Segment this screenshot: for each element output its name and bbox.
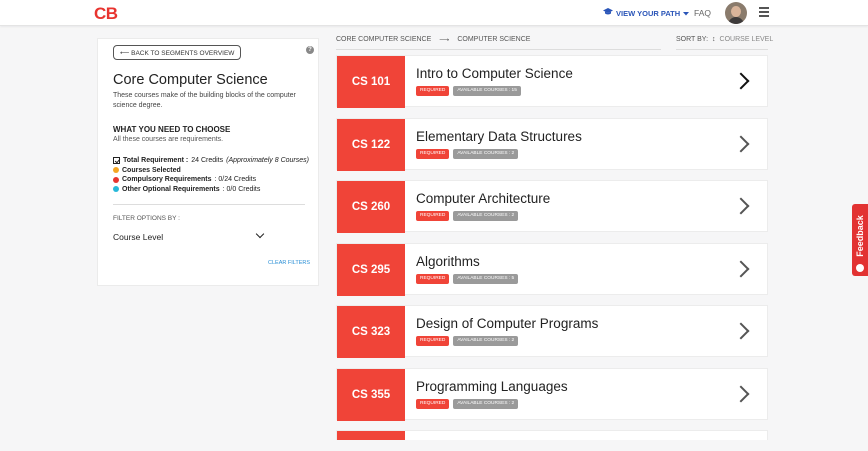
course-card[interactable]: CS 355 Programming Languages REQUIRED AV… xyxy=(336,367,768,421)
courses-selected-row: Courses Selected xyxy=(113,166,309,176)
segment-title: Core Computer Science xyxy=(113,72,268,88)
optional-requirements-label: Other Optional Requirements xyxy=(122,185,220,193)
available-courses-badge: AVAILABLE COURSES : 2 xyxy=(453,336,519,346)
course-card[interactable]: CS 122 Elementary Data Structures REQUIR… xyxy=(336,117,768,171)
feedback-tab[interactable]: Feedback xyxy=(852,204,868,276)
hamburger-menu-icon[interactable] xyxy=(759,7,769,17)
requirements-list: Total Requirement : 24 Credits (Approxim… xyxy=(113,156,309,194)
sort-label: SORT BY: xyxy=(676,36,709,43)
sort-control: SORT BY: ↕ COURSE LEVEL xyxy=(676,36,773,50)
course-name: Elementary Data Structures xyxy=(416,128,582,144)
available-courses-badge: AVAILABLE COURSES : 2 xyxy=(453,398,519,409)
back-to-segments-button[interactable]: ⟵ BACK TO SEGMENTS OVERVIEW xyxy=(113,45,242,60)
breadcrumb-item-core[interactable]: CORE COMPUTER SCIENCE xyxy=(336,36,431,49)
course-card-partial[interactable] xyxy=(336,430,768,440)
course-code: CS 122 xyxy=(337,118,405,171)
compulsory-requirements-label: Compulsory Requirements xyxy=(122,176,212,183)
feedback-label: Feedback xyxy=(855,215,865,257)
choose-heading: WHAT YOU NEED TO CHOOSE xyxy=(113,125,231,134)
red-dot-icon xyxy=(113,176,119,183)
course-card[interactable]: CS 101 Intro to Computer Science REQUIRE… xyxy=(336,55,768,108)
orange-dot-icon xyxy=(113,167,119,174)
breadcrumb: CORE COMPUTER SCIENCE ⟶ COMPUTER SCIENCE xyxy=(336,36,661,50)
total-requirement-value: 24 Credits xyxy=(191,157,224,164)
arrow-right-icon: ⟶ xyxy=(439,37,450,44)
course-name: Computer Architecture xyxy=(416,191,551,206)
caret-down-icon xyxy=(683,9,690,18)
chevron-right-icon[interactable] xyxy=(735,324,749,338)
logo[interactable]: CB xyxy=(94,4,118,24)
chevron-right-icon[interactable] xyxy=(735,262,749,276)
course-name: Algorithms xyxy=(416,253,480,269)
avatar[interactable] xyxy=(725,2,747,24)
required-badge: REQUIRED xyxy=(416,86,450,96)
graduation-cap-icon xyxy=(603,8,613,18)
course-name: Intro to Computer Science xyxy=(416,66,573,81)
compulsory-requirements-value: : 0/24 Credits xyxy=(214,176,257,183)
course-code: CS 260 xyxy=(337,181,405,233)
breadcrumb-item-cs[interactable]: COMPUTER SCIENCE xyxy=(457,36,530,49)
question-circle-icon[interactable]: ? xyxy=(306,46,314,54)
segment-panel: ⟵ BACK TO SEGMENTS OVERVIEW ? Core Compu… xyxy=(97,38,319,286)
course-name: Design of Computer Programs xyxy=(416,316,599,331)
course-card[interactable]: CS 323 Design of Computer Programs REQUI… xyxy=(336,305,768,358)
total-requirement-row: Total Requirement : 24 Credits (Approxim… xyxy=(113,156,309,166)
clear-filters-link[interactable]: CLEAR FILTERS xyxy=(268,260,310,266)
required-badge: REQUIRED xyxy=(416,398,450,409)
course-code: CS 355 xyxy=(337,368,405,421)
available-courses-badge: AVAILABLE COURSES : 15 xyxy=(453,86,521,96)
faq-link[interactable]: FAQ xyxy=(694,8,711,18)
course-card[interactable]: CS 295 Algorithms REQUIRED AVAILABLE COU… xyxy=(336,242,768,296)
chevron-down-icon[interactable] xyxy=(256,232,264,240)
available-courses-badge: AVAILABLE COURSES : 2 xyxy=(453,211,519,221)
divider xyxy=(113,204,305,205)
courses-selected-label: Courses Selected xyxy=(122,166,181,174)
chevron-right-icon[interactable] xyxy=(735,387,749,401)
required-badge: REQUIRED xyxy=(416,148,450,159)
available-courses-badge: AVAILABLE COURSES : 2 xyxy=(453,148,519,159)
course-code: CS 323 xyxy=(337,306,405,358)
filter-options-label: FILTER OPTIONS BY : xyxy=(113,215,180,222)
course-code: CS 295 xyxy=(337,243,405,296)
course-code-partial xyxy=(337,431,405,440)
checkbox-icon xyxy=(113,157,120,165)
compulsory-requirements-row: Compulsory Requirements : 0/24 Credits xyxy=(113,175,309,185)
sort-arrows-icon: ↕ xyxy=(712,36,716,43)
filter-select-value[interactable]: Course Level xyxy=(113,232,163,242)
chevron-right-icon[interactable] xyxy=(735,199,749,213)
required-badge: REQUIRED xyxy=(416,273,450,284)
cyan-dot-icon xyxy=(113,186,119,193)
required-badge: REQUIRED xyxy=(416,336,450,346)
top-bar: CB VIEW YOUR PATH FAQ xyxy=(0,0,868,26)
chevron-right-icon[interactable] xyxy=(735,137,749,151)
view-your-path-label: VIEW YOUR PATH xyxy=(616,8,681,18)
optional-requirements-value: : 0/0 Credits xyxy=(222,185,261,193)
required-badge: REQUIRED xyxy=(416,211,450,221)
view-your-path-link[interactable]: VIEW YOUR PATH xyxy=(603,8,690,18)
total-requirement-note: (Approximately 8 Courses) xyxy=(226,157,309,164)
chevron-right-icon[interactable] xyxy=(735,74,749,88)
course-name: Programming Languages xyxy=(416,378,568,394)
available-courses-badge: AVAILABLE COURSES : 5 xyxy=(453,273,519,284)
segment-description: These courses make of the building block… xyxy=(113,92,296,109)
feedback-icon xyxy=(856,264,864,272)
choose-subtext: All these courses are requirements. xyxy=(113,136,224,143)
sort-value[interactable]: COURSE LEVEL xyxy=(720,36,774,49)
total-requirement-label: Total Requirement : xyxy=(123,157,189,164)
course-card[interactable]: CS 260 Computer Architecture REQUIRED AV… xyxy=(336,180,768,233)
course-list: CS 101 Intro to Computer Science REQUIRE… xyxy=(336,55,768,451)
optional-requirements-row: Other Optional Requirements : 0/0 Credit… xyxy=(113,185,309,195)
course-code: CS 101 xyxy=(337,56,405,108)
